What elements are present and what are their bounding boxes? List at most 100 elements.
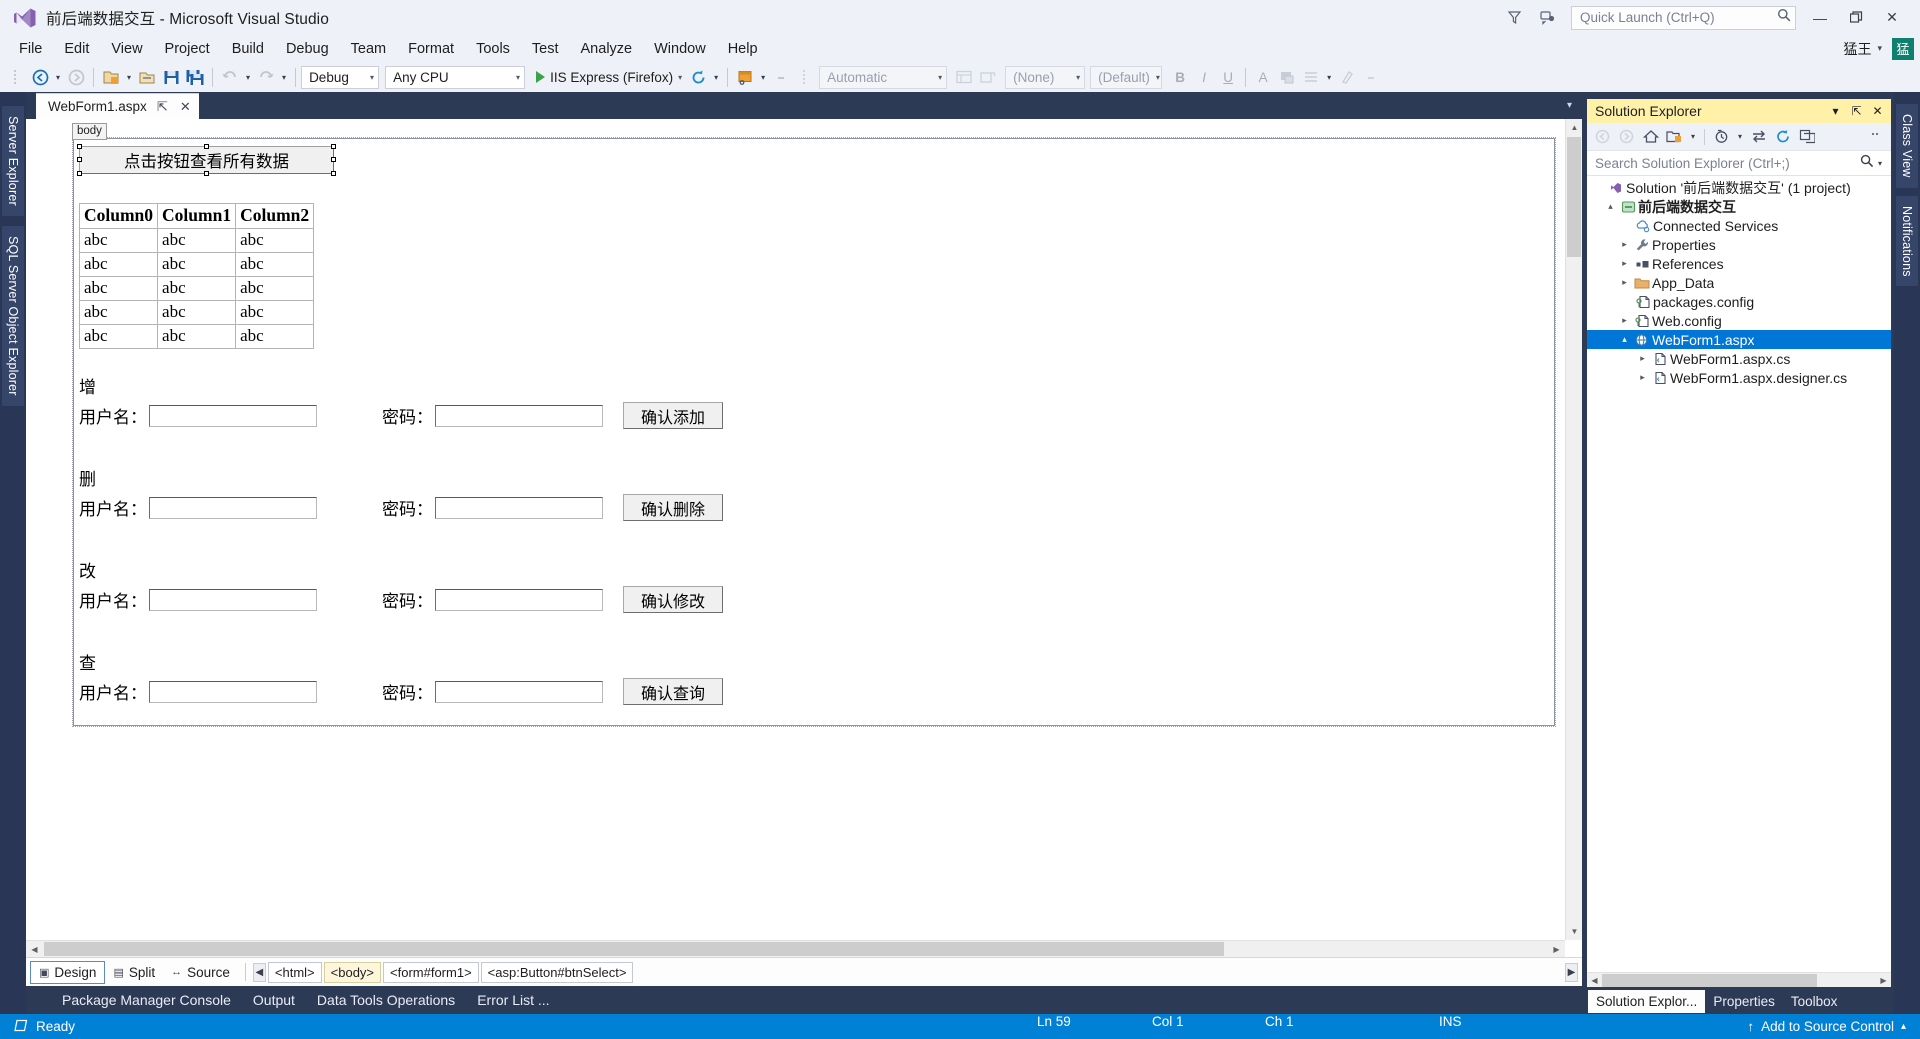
sidebar-tab-sql-server-object-explorer[interactable]: SQL Server Object Explorer xyxy=(2,225,24,406)
back-icon[interactable] xyxy=(1591,126,1614,148)
tree-item-app-data[interactable]: ▸ App_Data xyxy=(1587,273,1891,292)
add-to-source-control-label[interactable]: Add to Source Control xyxy=(1761,1019,1894,1034)
breadcrumb-scroll-left-icon[interactable]: ◀ xyxy=(252,962,266,982)
menu-build[interactable]: Build xyxy=(221,38,275,60)
grid-view[interactable]: Column0 Column1 Column2 abc abc abc abc … xyxy=(78,203,315,349)
background-color-icon[interactable] xyxy=(1275,65,1299,89)
tree-item-properties[interactable]: ▸ Properties xyxy=(1587,235,1891,254)
new-project-caret[interactable]: ▾ xyxy=(123,73,135,82)
body-tag-chip[interactable]: body xyxy=(72,123,107,140)
breadcrumb-scroll-right-icon[interactable]: ▶ xyxy=(1565,962,1578,982)
bold-button[interactable]: B xyxy=(1168,65,1192,89)
tree-item-references[interactable]: ▸ References xyxy=(1587,254,1891,273)
pending-changes-filter-icon[interactable] xyxy=(1663,126,1686,148)
tree-twisty-collapsed[interactable]: ▸ xyxy=(1635,353,1650,364)
breadcrumb-tag-button[interactable]: <asp:Button#btnSelect> xyxy=(480,961,634,983)
menu-test[interactable]: Test xyxy=(521,38,570,60)
tree-twisty-collapsed[interactable]: ▸ xyxy=(1635,372,1650,383)
tree-item-project[interactable]: ▴ 前后端数据交互 xyxy=(1587,197,1891,216)
dock-tab-solution-explorer[interactable]: Solution Explor... xyxy=(1588,989,1706,1013)
browser-link-caret[interactable]: ▾ xyxy=(757,73,769,82)
menu-help[interactable]: Help xyxy=(717,38,769,60)
panel-tab-output[interactable]: Output xyxy=(253,992,295,1008)
redo-caret[interactable]: ▾ xyxy=(278,73,290,82)
menu-window[interactable]: Window xyxy=(643,38,717,60)
menu-tools[interactable]: Tools xyxy=(465,38,521,60)
navigate-backward-caret[interactable]: ▾ xyxy=(52,73,64,82)
account-name[interactable]: 猛王 xyxy=(1843,39,1871,59)
underline-button[interactable]: U xyxy=(1216,65,1240,89)
solution-platform-combo[interactable]: Any CPU ▾ xyxy=(385,65,526,89)
menu-project[interactable]: Project xyxy=(154,38,221,60)
resize-handle-e[interactable] xyxy=(331,157,336,162)
scroll-right-icon[interactable]: ▶ xyxy=(1876,973,1891,988)
panel-tab-package-manager-console[interactable]: Package Manager Console xyxy=(62,992,231,1008)
tree-twisty-collapsed[interactable]: ▸ xyxy=(1617,315,1632,326)
pending-changes-caret-icon[interactable]: ▾ xyxy=(1734,132,1746,141)
home-icon[interactable] xyxy=(1639,126,1662,148)
chevron-down-icon[interactable]: ▾ xyxy=(678,73,682,82)
dock-tab-properties[interactable]: Properties xyxy=(1705,990,1783,1013)
forward-icon[interactable] xyxy=(1615,126,1638,148)
pin-icon[interactable]: ⇱ xyxy=(155,99,170,115)
search-input[interactable] xyxy=(1595,155,1860,171)
navigate-backward-icon[interactable] xyxy=(28,65,52,89)
tree-item-solution[interactable]: Solution '前后端数据交互' (1 project) xyxy=(1587,178,1891,197)
grip-handle-2[interactable] xyxy=(793,65,817,89)
start-debugging-button[interactable]: IIS Express (Firefox) ▾ xyxy=(532,65,686,89)
confirm-query-button[interactable]: 确认查询 xyxy=(623,678,723,705)
resize-handle-nw[interactable] xyxy=(77,144,82,149)
solution-explorer-search[interactable]: ▾ xyxy=(1587,151,1891,176)
select-all-data-button[interactable]: 点击按钮查看所有数据 xyxy=(77,144,336,176)
tree-twisty-expanded[interactable]: ▴ xyxy=(1617,334,1632,345)
breadcrumb-tag-html[interactable]: <html> xyxy=(267,961,322,983)
tree-item-webform1-aspx-designer-cs[interactable]: ▸ WebForm1.aspx.designer.cs xyxy=(1587,368,1891,387)
foreground-color-button[interactable]: A xyxy=(1251,65,1275,89)
resize-handle-se[interactable] xyxy=(331,171,336,176)
design-canvas[interactable]: body 点击按钮查看所有数据 Column0 Column1 Column2 … xyxy=(26,119,1582,957)
search-icon[interactable] xyxy=(1860,154,1874,173)
quick-launch-box[interactable] xyxy=(1571,5,1796,30)
menu-view[interactable]: View xyxy=(100,38,153,60)
sidebar-tab-server-explorer[interactable]: Server Explorer xyxy=(2,106,24,216)
resize-handle-n[interactable] xyxy=(203,144,209,149)
scroll-left-icon[interactable]: ◀ xyxy=(26,941,43,957)
style-target-combo[interactable]: Automatic ▾ xyxy=(819,65,948,89)
menu-debug[interactable]: Debug xyxy=(275,38,340,60)
refresh-icon[interactable] xyxy=(686,65,710,89)
italic-button[interactable]: I xyxy=(1192,65,1216,89)
scroll-left-icon[interactable]: ◀ xyxy=(1587,973,1602,988)
sidebar-tab-class-view[interactable]: Class View xyxy=(1896,104,1918,188)
pin-icon[interactable]: ⇱ xyxy=(1847,102,1866,121)
undo-icon[interactable] xyxy=(218,65,242,89)
scroll-down-icon[interactable]: ▼ xyxy=(1566,923,1582,940)
send-feedback-icon[interactable] xyxy=(1531,3,1565,33)
navigate-forward-icon[interactable] xyxy=(64,65,88,89)
minimize-button[interactable]: — xyxy=(1802,3,1838,33)
toolbar-overflow-icon[interactable] xyxy=(1864,126,1887,148)
document-tab-webform1[interactable]: WebForm1.aspx ⇱ ✕ xyxy=(36,93,199,119)
style-sheet-icon[interactable] xyxy=(952,65,976,89)
font-block-combo[interactable]: (Default) ▾ xyxy=(1090,65,1163,89)
close-button[interactable]: ✕ xyxy=(1874,3,1910,33)
pending-changes-icon[interactable] xyxy=(1710,126,1733,148)
tab-overflow-caret-icon[interactable]: ▾ xyxy=(1567,100,1582,111)
resize-handle-w[interactable] xyxy=(77,157,82,162)
scroll-up-icon[interactable]: ▲ xyxy=(1566,119,1582,136)
sidebar-tab-notifications[interactable]: Notifications xyxy=(1896,195,1918,287)
delete-username-input[interactable] xyxy=(149,496,317,519)
tree-item-connected-services[interactable]: Connected Services xyxy=(1587,216,1891,235)
panel-tab-data-tools-operations[interactable]: Data Tools Operations xyxy=(317,992,455,1008)
toolbar-overflow-icon[interactable] xyxy=(769,65,793,89)
add-username-input[interactable] xyxy=(149,404,317,427)
scroll-right-icon[interactable]: ▶ xyxy=(1548,941,1565,957)
browser-link-icon[interactable] xyxy=(733,65,757,89)
tree-item-packages-config[interactable]: packages.config xyxy=(1587,292,1891,311)
tree-item-webform1-aspx[interactable]: ▴ WebForm1.aspx xyxy=(1587,330,1891,349)
align-icon[interactable] xyxy=(1299,65,1323,89)
new-project-icon[interactable] xyxy=(99,65,123,89)
dock-tab-toolbox[interactable]: Toolbox xyxy=(1783,990,1846,1013)
save-icon[interactable] xyxy=(159,65,183,89)
menu-edit[interactable]: Edit xyxy=(53,38,100,60)
grip-handle[interactable] xyxy=(4,65,28,89)
